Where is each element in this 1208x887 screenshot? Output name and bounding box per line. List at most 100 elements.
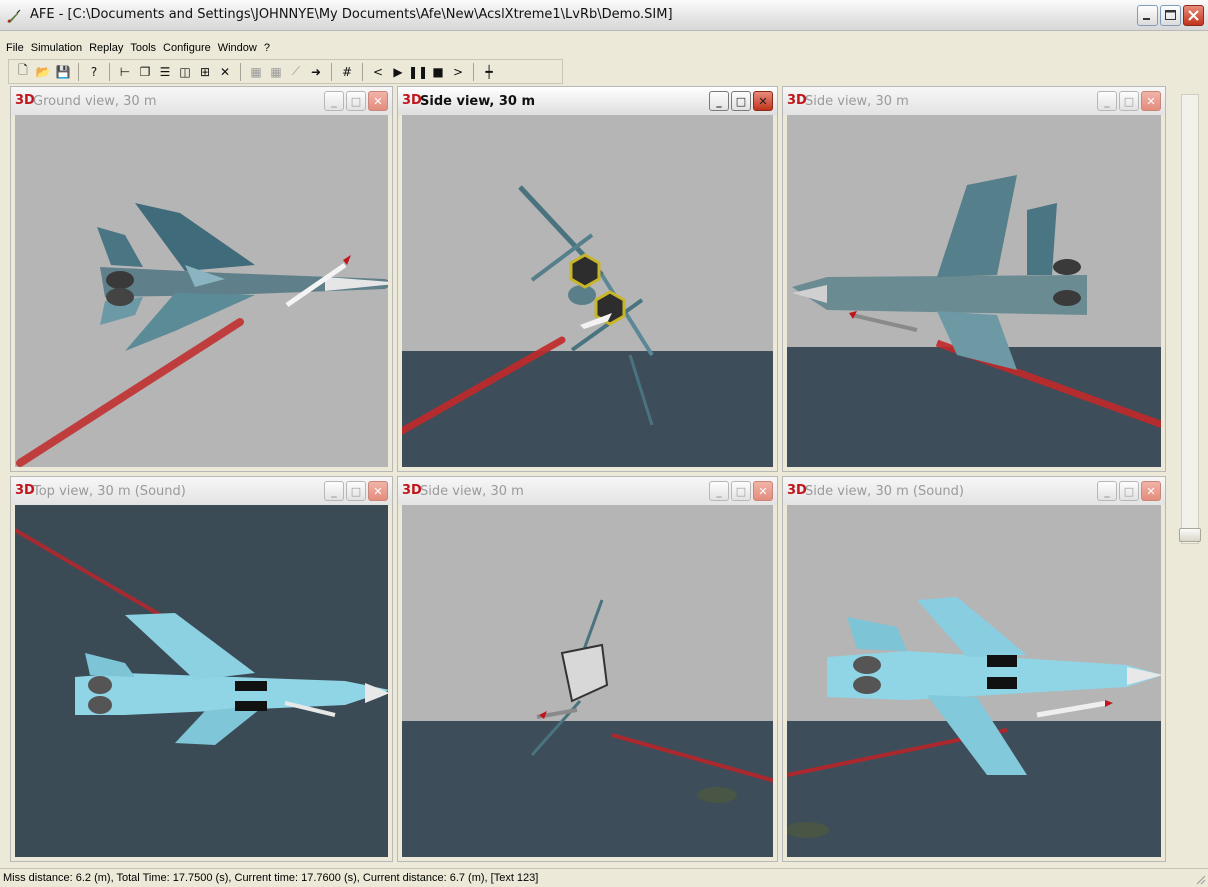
menu-replay[interactable]: Replay bbox=[87, 40, 128, 56]
status-text: Miss distance: 6.2 (m), Total Time: 17.7… bbox=[3, 872, 539, 884]
view-title: Side view, 30 m (Sound) bbox=[805, 484, 964, 499]
cascade-icon[interactable]: ❐ bbox=[136, 63, 154, 81]
3d-viewport[interactable] bbox=[402, 115, 773, 467]
scene-top-view bbox=[15, 505, 388, 857]
resize-grip-icon[interactable] bbox=[1194, 873, 1206, 885]
scene-side-view-sound bbox=[787, 505, 1161, 857]
view-titlebar[interactable]: 3D Side view, 30 m _ □ ✕ bbox=[398, 477, 777, 505]
3d-viewport[interactable] bbox=[787, 115, 1161, 467]
close-icon: ✕ bbox=[373, 484, 383, 498]
tile-horizontal-icon[interactable]: ☰ bbox=[156, 63, 174, 81]
record-icon[interactable]: ▦ bbox=[247, 63, 265, 81]
maximize-icon: □ bbox=[350, 484, 362, 498]
open-icon[interactable]: 📂 bbox=[34, 63, 52, 81]
minimize-icon: _ bbox=[1104, 484, 1110, 498]
close-button[interactable] bbox=[1183, 5, 1204, 26]
menu-bar: File Simulation Replay Tools Configure W… bbox=[0, 40, 1208, 56]
view-close-button[interactable]: ✕ bbox=[368, 481, 388, 501]
close-icon: ✕ bbox=[373, 94, 383, 108]
help-icon[interactable]: ? bbox=[85, 63, 103, 81]
step-back-icon[interactable]: < bbox=[369, 63, 387, 81]
menu-file[interactable]: File bbox=[4, 40, 29, 56]
view-close-button[interactable]: ✕ bbox=[753, 481, 773, 501]
view-window-side-3[interactable]: 3D Side view, 30 m _ □ ✕ bbox=[397, 476, 778, 862]
marker-icon[interactable]: ┿ bbox=[480, 63, 498, 81]
maximize-icon bbox=[1165, 10, 1176, 20]
scene-side-view-3 bbox=[402, 505, 773, 857]
maximize-icon: □ bbox=[735, 484, 747, 498]
view-minimize-button[interactable]: _ bbox=[324, 91, 344, 111]
edit-icon[interactable]: ⟋ bbox=[287, 63, 305, 81]
view-minimize-button[interactable]: _ bbox=[1097, 91, 1117, 111]
view-maximize-button[interactable]: □ bbox=[731, 91, 751, 111]
menu-simulation[interactable]: Simulation bbox=[29, 40, 87, 56]
view-maximize-button[interactable]: □ bbox=[346, 481, 366, 501]
vertical-scrollbar[interactable] bbox=[1170, 86, 1206, 556]
view-minimize-button[interactable]: _ bbox=[324, 481, 344, 501]
view-titlebar[interactable]: 3D Side view, 30 m _ □ ✕ bbox=[398, 87, 777, 115]
view-titlebar[interactable]: 3D Side view, 30 m (Sound) _ □ ✕ bbox=[783, 477, 1165, 505]
scroll-track[interactable] bbox=[1181, 94, 1199, 544]
minimize-icon: _ bbox=[1104, 94, 1110, 108]
arrange-icon[interactable]: ⊞ bbox=[196, 63, 214, 81]
stop-icon[interactable]: ■ bbox=[429, 63, 447, 81]
save-icon[interactable]: 💾 bbox=[54, 63, 72, 81]
view-maximize-button[interactable]: □ bbox=[346, 91, 366, 111]
view-maximize-button[interactable]: □ bbox=[1119, 91, 1139, 111]
view-minimize-button[interactable]: _ bbox=[1097, 481, 1117, 501]
close-all-icon[interactable]: ✕ bbox=[216, 63, 234, 81]
view-close-button[interactable]: ✕ bbox=[1141, 481, 1161, 501]
close-icon: ✕ bbox=[1146, 484, 1156, 498]
view-title: Top view, 30 m (Sound) bbox=[33, 484, 186, 499]
3d-icon: 3D bbox=[15, 93, 35, 108]
view-window-ground[interactable]: 3D Ground view, 30 m _ □ ✕ bbox=[10, 86, 393, 472]
view-minimize-button[interactable]: _ bbox=[709, 91, 729, 111]
3d-viewport[interactable] bbox=[15, 505, 388, 857]
3d-viewport[interactable] bbox=[15, 115, 388, 467]
3d-icon: 3D bbox=[402, 93, 422, 108]
maximize-button[interactable] bbox=[1160, 5, 1181, 26]
play-icon[interactable]: ▶ bbox=[389, 63, 407, 81]
menu-tools[interactable]: Tools bbox=[128, 40, 161, 56]
new-icon[interactable]: 🗋 bbox=[14, 63, 32, 81]
window-title: AFE - [C:\Documents and Settings\JOHNNYE… bbox=[30, 7, 673, 22]
view-window-side-2[interactable]: 3D Side view, 30 m _ □ ✕ bbox=[782, 86, 1166, 472]
minimize-icon: _ bbox=[331, 484, 337, 498]
tree-icon[interactable]: ⊢ bbox=[116, 63, 134, 81]
view-titlebar[interactable]: 3D Ground view, 30 m _ □ ✕ bbox=[11, 87, 392, 115]
minimize-icon bbox=[1143, 18, 1150, 20]
menu-window[interactable]: Window bbox=[216, 40, 262, 56]
view-close-button[interactable]: ✕ bbox=[753, 91, 773, 111]
toolbar-separator bbox=[78, 62, 79, 81]
view-window-top[interactable]: 3D Top view, 30 m (Sound) _ □ ✕ bbox=[10, 476, 393, 862]
3d-icon: 3D bbox=[787, 483, 807, 498]
view-title: Side view, 30 m bbox=[805, 94, 909, 109]
view-maximize-button[interactable]: □ bbox=[731, 481, 751, 501]
export-icon[interactable]: ➜ bbox=[307, 63, 325, 81]
scene-side-view bbox=[402, 115, 773, 467]
menu-configure[interactable]: Configure bbox=[161, 40, 216, 56]
view-titlebar[interactable]: 3D Top view, 30 m (Sound) _ □ ✕ bbox=[11, 477, 392, 505]
maximize-icon: □ bbox=[350, 94, 362, 108]
view-close-button[interactable]: ✕ bbox=[1141, 91, 1161, 111]
3d-viewport[interactable] bbox=[787, 505, 1161, 857]
title-bar[interactable]: AFE - [C:\Documents and Settings\JOHNNYE… bbox=[0, 0, 1208, 31]
tile-vertical-icon[interactable]: ◫ bbox=[176, 63, 194, 81]
view-window-side-sound[interactable]: 3D Side view, 30 m (Sound) _ □ ✕ bbox=[782, 476, 1166, 862]
pause-icon[interactable]: ❚❚ bbox=[408, 63, 428, 81]
view-window-side-active[interactable]: 3D Side view, 30 m _ □ ✕ bbox=[397, 86, 778, 472]
3d-viewport[interactable] bbox=[402, 505, 773, 857]
maximize-icon: □ bbox=[1123, 94, 1135, 108]
3d-icon: 3D bbox=[402, 483, 422, 498]
view-minimize-button[interactable]: _ bbox=[709, 481, 729, 501]
minimize-button[interactable] bbox=[1137, 5, 1158, 26]
step-forward-icon[interactable]: > bbox=[449, 63, 467, 81]
record2-icon[interactable]: ▦ bbox=[267, 63, 285, 81]
grid-icon[interactable]: # bbox=[338, 63, 356, 81]
menu-help[interactable]: ? bbox=[262, 40, 275, 56]
scroll-thumb[interactable] bbox=[1179, 528, 1201, 542]
view-close-button[interactable]: ✕ bbox=[368, 91, 388, 111]
view-titlebar[interactable]: 3D Side view, 30 m _ □ ✕ bbox=[783, 87, 1165, 115]
view-maximize-button[interactable]: □ bbox=[1119, 481, 1139, 501]
close-icon: ✕ bbox=[758, 94, 768, 108]
